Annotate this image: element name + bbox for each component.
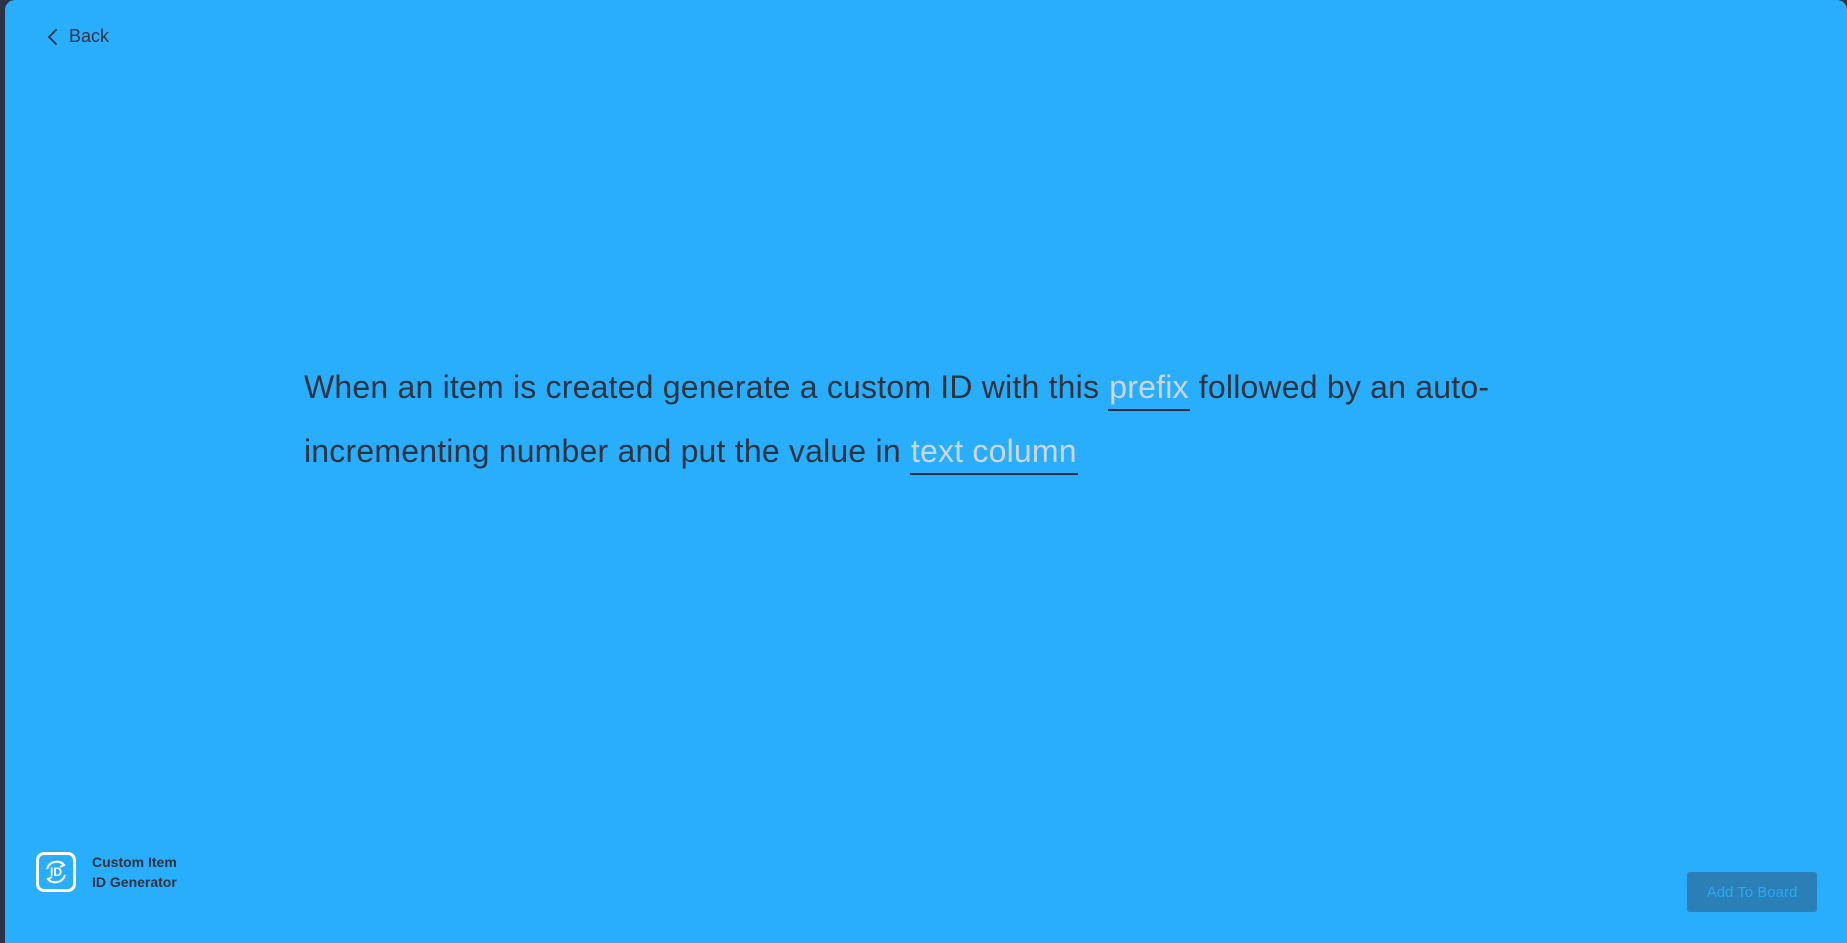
- refresh-arrows-icon: [46, 860, 66, 884]
- app-name: Custom Item ID Generator: [92, 852, 192, 892]
- app-frame: Back When an item is created generate a …: [5, 0, 1847, 943]
- recipe-text-part1: When an item is created generate a custo…: [304, 369, 1109, 405]
- add-to-board-button[interactable]: Add To Board: [1687, 872, 1817, 912]
- app-branding: ID Custom Item ID Generator: [36, 852, 192, 892]
- app-name-line1: Custom Item: [92, 854, 177, 870]
- prefix-field[interactable]: prefix: [1108, 365, 1190, 411]
- back-label: Back: [69, 26, 110, 46]
- chevron-left-icon: [48, 28, 57, 45]
- id-generator-icon: ID: [36, 852, 76, 892]
- app-name-line2: ID Generator: [92, 874, 177, 890]
- recipe-sentence: When an item is created generate a custo…: [304, 355, 1564, 483]
- text-column-field[interactable]: text column: [909, 429, 1078, 475]
- back-button[interactable]: Back: [47, 26, 109, 47]
